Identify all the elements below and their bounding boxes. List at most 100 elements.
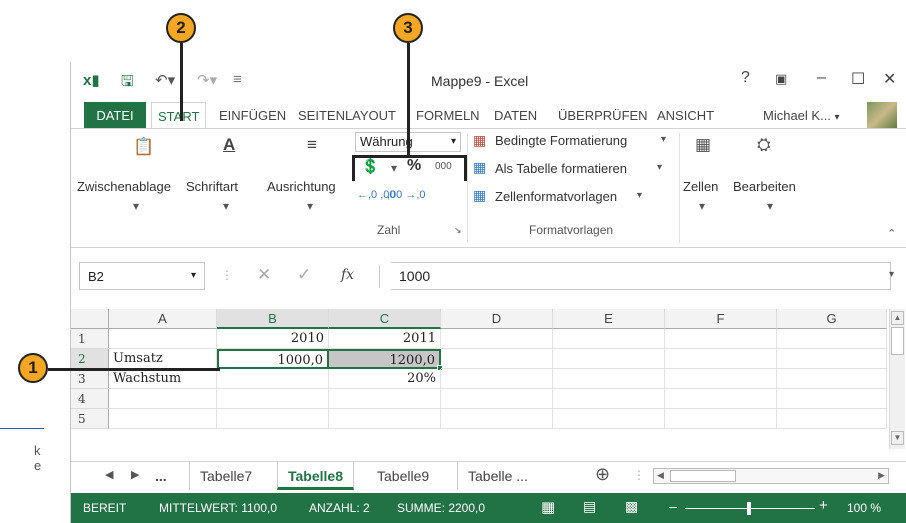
cell-g4[interactable]: [777, 389, 887, 409]
decrease-decimal-button[interactable]: ,00 →,0: [387, 189, 426, 201]
row-header-2[interactable]: 2: [71, 349, 109, 369]
ribbon-display-options-icon[interactable]: ▣: [775, 71, 787, 87]
collapse-ribbon-icon[interactable]: ⌃: [887, 227, 896, 240]
more-sheets-button[interactable]: ...: [155, 468, 167, 484]
prev-sheet-icon[interactable]: ◀: [105, 468, 113, 481]
add-sheet-icon[interactable]: ⊕: [595, 464, 610, 485]
cell-g1[interactable]: [777, 329, 887, 349]
cell-f1[interactable]: [665, 329, 777, 349]
cell-d3[interactable]: [441, 369, 553, 389]
col-header-c[interactable]: C: [329, 309, 441, 329]
redo-icon[interactable]: ↷▾: [197, 71, 217, 89]
bedingte-formatierung-button[interactable]: Bedingte Formatierung: [495, 133, 627, 148]
cell-b5[interactable]: [217, 409, 329, 429]
scroll-right-icon[interactable]: ▶: [878, 470, 885, 481]
cell-f2[interactable]: [665, 349, 777, 369]
tab-ansicht[interactable]: ANSICHT: [651, 102, 720, 129]
horizontal-scrollbar[interactable]: ◀ ▶: [653, 468, 889, 484]
zoom-level[interactable]: 100 %: [847, 501, 881, 515]
maximize-icon[interactable]: ☐: [851, 69, 865, 89]
sheet-tab-overflow[interactable]: Tabelle ...: [457, 462, 538, 490]
scroll-thumb[interactable]: [891, 327, 904, 355]
cell-c3[interactable]: 20%: [329, 369, 441, 389]
row-header-4[interactable]: 4: [71, 389, 109, 409]
cell-g2[interactable]: [777, 349, 887, 369]
cancel-icon[interactable]: ✕: [257, 265, 271, 285]
cell-f4[interactable]: [665, 389, 777, 409]
tab-einfuegen[interactable]: EINFÜGEN: [213, 102, 292, 129]
next-sheet-icon[interactable]: ▶: [131, 468, 139, 481]
ausrichtung-button[interactable]: Ausrichtung: [267, 179, 336, 194]
zoom-out-icon[interactable]: –: [669, 498, 677, 514]
zoom-slider-thumb[interactable]: [747, 502, 751, 515]
customize-qat-icon[interactable]: ≡: [233, 71, 242, 88]
formula-input[interactable]: 1000: [391, 262, 891, 290]
close-icon[interactable]: ✕: [883, 69, 896, 89]
cell-a3[interactable]: Wachstum: [109, 369, 217, 389]
cell-d4[interactable]: [441, 389, 553, 409]
row-header-1[interactable]: 1: [71, 329, 109, 349]
sheet-tab-tabelle7[interactable]: Tabelle7: [189, 462, 262, 490]
als-tabelle-button[interactable]: Als Tabelle formatieren: [495, 161, 627, 176]
check-icon[interactable]: ✓: [297, 265, 311, 285]
dialog-launcher-icon[interactable]: ↘: [454, 225, 462, 236]
col-header-a[interactable]: A: [109, 309, 217, 329]
cell-a4[interactable]: [109, 389, 217, 409]
cell-g5[interactable]: [777, 409, 887, 429]
tab-datei[interactable]: DATEI: [84, 102, 146, 129]
page-break-view-icon[interactable]: ▩: [625, 498, 638, 515]
col-header-g[interactable]: G: [777, 309, 887, 329]
tab-formeln[interactable]: FORMELN: [410, 102, 486, 129]
schriftart-button[interactable]: Schriftart: [186, 179, 238, 194]
name-box[interactable]: B2 ▾: [79, 262, 205, 290]
cell-d5[interactable]: [441, 409, 553, 429]
cell-e5[interactable]: [553, 409, 665, 429]
col-header-d[interactable]: D: [441, 309, 553, 329]
cell-b2[interactable]: 1000,0: [217, 349, 329, 369]
sheet-tab-tabelle8[interactable]: Tabelle8: [277, 462, 354, 490]
cell-b4[interactable]: [217, 389, 329, 409]
zellen-button[interactable]: Zellen: [683, 179, 718, 194]
cell-e4[interactable]: [553, 389, 665, 409]
cell-f3[interactable]: [665, 369, 777, 389]
cell-c4[interactable]: [329, 389, 441, 409]
scroll-up-icon[interactable]: ▲: [891, 311, 904, 325]
sheet-tab-tabelle9[interactable]: Tabelle9: [367, 462, 439, 490]
cell-d2[interactable]: [441, 349, 553, 369]
help-button[interactable]: ?: [741, 69, 750, 87]
page-layout-view-icon[interactable]: ▤: [583, 498, 596, 515]
select-all-corner[interactable]: [71, 309, 109, 329]
vertical-scrollbar[interactable]: ▲ ▼: [889, 309, 905, 449]
expand-formula-bar-icon[interactable]: ▾: [889, 269, 894, 280]
zellformatvorlagen-button[interactable]: Zellenformatvorlagen: [495, 189, 617, 204]
horizontal-scroll-thumb[interactable]: [670, 470, 736, 482]
scroll-down-icon[interactable]: ▼: [891, 431, 904, 445]
user-name[interactable]: Michael K... ▾: [757, 102, 846, 129]
cell-e2[interactable]: [553, 349, 665, 369]
cell-a1[interactable]: [109, 329, 217, 349]
cell-c5[interactable]: [329, 409, 441, 429]
zoom-in-icon[interactable]: +: [819, 497, 828, 514]
col-header-e[interactable]: E: [553, 309, 665, 329]
cell-f5[interactable]: [665, 409, 777, 429]
cell-b3[interactable]: [217, 369, 329, 389]
cell-e1[interactable]: [553, 329, 665, 349]
col-header-f[interactable]: F: [665, 309, 777, 329]
undo-icon[interactable]: ↶▾: [155, 71, 175, 89]
zwischenablage-button[interactable]: Zwischenablage: [77, 179, 171, 194]
cell-g3[interactable]: [777, 369, 887, 389]
row-header-3[interactable]: 3: [71, 369, 109, 389]
cell-d1[interactable]: [441, 329, 553, 349]
avatar[interactable]: [867, 102, 897, 129]
cell-a5[interactable]: [109, 409, 217, 429]
tab-daten[interactable]: DATEN: [488, 102, 543, 129]
insert-function-icon[interactable]: fx: [341, 267, 354, 283]
tab-seitenlayout[interactable]: SEITENLAYOUT: [292, 102, 402, 129]
minimize-icon[interactable]: –: [817, 69, 826, 87]
cell-c1[interactable]: 2011: [329, 329, 441, 349]
cell-b1[interactable]: 2010: [217, 329, 329, 349]
normal-view-icon[interactable]: ▦: [541, 498, 555, 516]
cell-a2[interactable]: Umsatz: [109, 349, 217, 369]
scroll-left-icon[interactable]: ◀: [657, 470, 664, 481]
save-icon[interactable]: 🖫: [121, 71, 134, 96]
